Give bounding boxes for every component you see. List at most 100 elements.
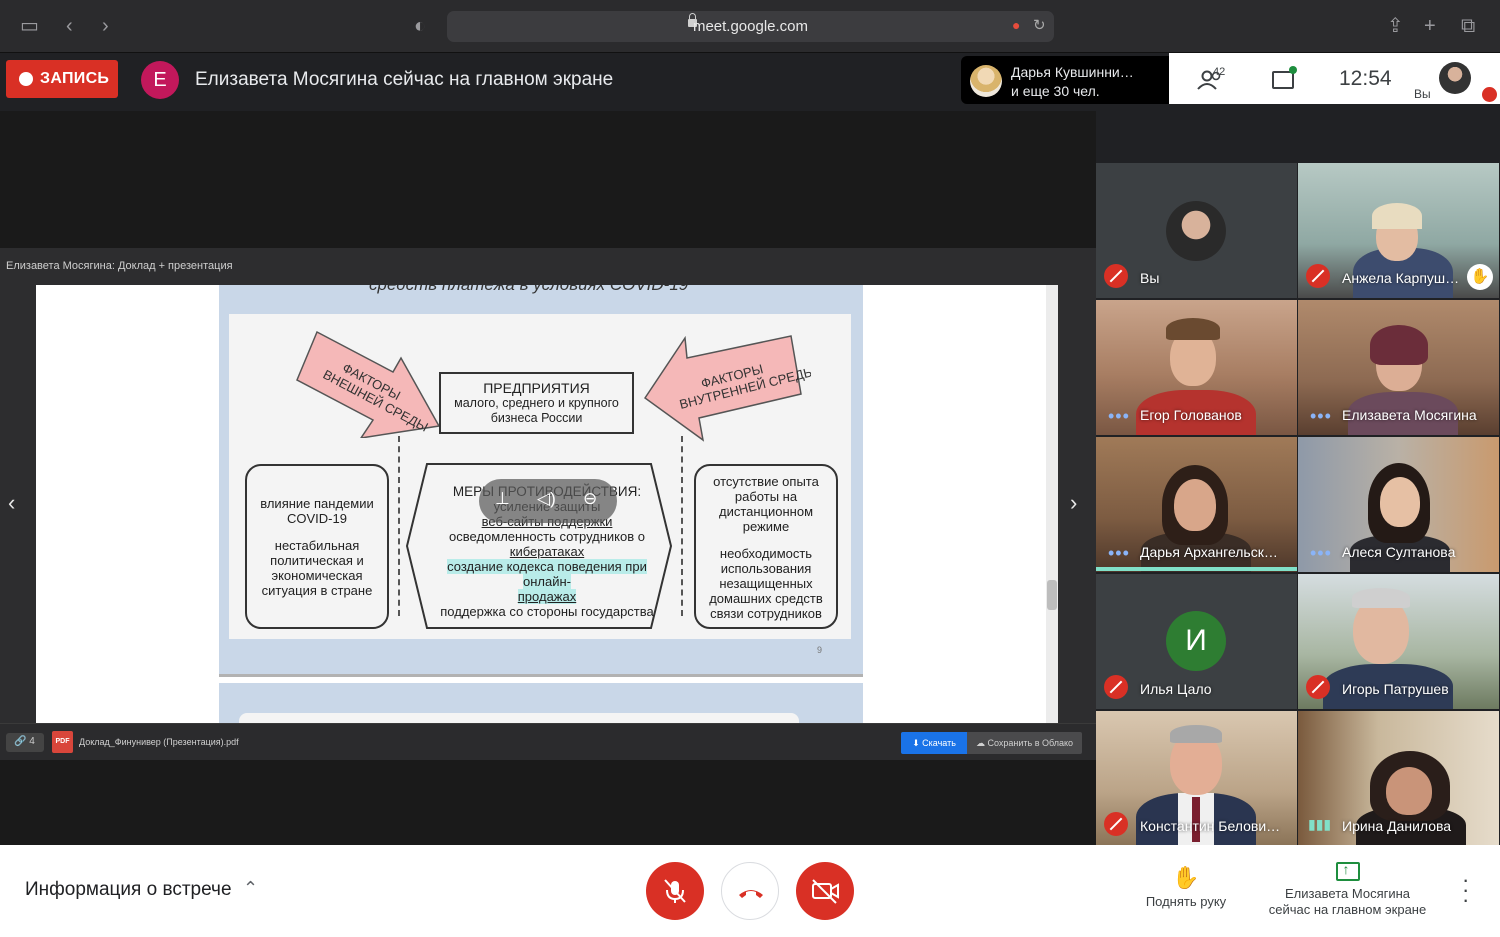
recording-badge: ЗАПИСЬ [6,60,118,98]
presenter-banner: Елизавета Мосягина сейчас на главном экр… [195,69,614,90]
slide-content: ФАКТОРЫВНЕШНЕЙ СРЕДЫ ФАКТОРЫВНУТРЕННЕЙ С… [229,314,851,639]
address-bar[interactable]: meet.google.com ● ↻ [447,11,1054,42]
measure-3b: продажах [517,589,577,604]
participant-name: Анжела Карпуш… [1342,270,1460,286]
camera-off-icon [812,879,839,904]
reload-icon[interactable]: ↻ [1033,16,1046,34]
volume-icon[interactable]: ◁) [537,489,556,509]
speaker-avatar [970,65,1002,97]
measure-2a: осведомленность сотрудников о [449,529,645,544]
mic-off-icon [1104,264,1128,288]
self-label: Вы [1414,87,1431,101]
sidebar-toggle-icon[interactable]: ▭ [20,14,39,38]
participant-tile[interactable]: ••• Егор Голованов [1096,300,1297,435]
participant-video [1380,477,1420,527]
participant-tile[interactable]: Вы [1096,163,1297,298]
internal-factors-arrow: ФАКТОРЫВНУТРЕННЕЙ СРЕДЫ [643,335,811,442]
present-status-button[interactable]: Елизавета Мосягина сейчас на главном экр… [1255,861,1440,918]
speaker-others: и еще 30 чел. [1011,83,1100,99]
forward-icon[interactable]: › [102,14,109,38]
participant-tile[interactable]: ••• Елизавета Мосягина [1298,300,1499,435]
share-icon[interactable]: ⇪ [1387,14,1404,38]
hang-up-icon [739,890,763,898]
present-status-line2: сейчас на главном экране [1268,902,1427,917]
bottom-control-bar: Информация о встрече ⌃ ✋ Поднять руку Ел… [0,845,1500,937]
participant-name: Игорь Патрушев [1342,681,1449,697]
mic-toggle-button[interactable] [646,862,704,920]
chat-unread-dot [1289,66,1297,74]
save-to-cloud-button[interactable]: ☁ Сохранить в Облако [967,732,1082,754]
enterprise-box: ПРЕДПРИЯТИЯ малого, среднего и крупного … [439,372,634,434]
mic-recording-icon[interactable]: ● [1012,17,1020,33]
more-options-icon[interactable]: · · · [1462,869,1469,911]
next-page-icon[interactable]: › [1070,490,1077,516]
mic-off-icon [664,879,686,903]
internal-factor-1: отсутствие опыта работы на дистанционном… [713,474,819,534]
participant-video [1166,318,1220,340]
participant-name: Дарья Архангельск… [1140,544,1278,560]
meet-header: ЗАПИСЬ Е Елизавета Мосягина сейчас на гл… [0,53,1500,111]
back-icon[interactable]: ‹ [66,14,73,38]
prev-page-icon[interactable]: ‹ [8,490,15,516]
next-slide-content [239,713,799,723]
participant-video [1386,767,1432,815]
external-factors-arrow: ФАКТОРЫВНЕШНЕЙ СРЕДЫ [296,330,441,438]
remove-icon[interactable]: ⊖ [583,489,597,509]
browser-toolbar: ▭ ‹ › ◐ meet.google.com ● ↻ ⇪ + ⧉ [0,0,1500,53]
speaker-name: Дарья Кувшинни… [1011,64,1134,80]
privacy-shield-icon[interactable]: ◐ [414,14,426,38]
raised-hand-icon: ✋ [1467,264,1493,290]
participant-tile[interactable]: ▮▮▮ Ирина Данилова [1298,711,1499,846]
attachments-button[interactable]: 🔗 4 [6,733,44,752]
participant-name: Вы [1140,270,1160,286]
file-name[interactable]: Доклад_Финунивер (Презентация).pdf [79,737,239,747]
participant-tile[interactable]: ••• Алеся Султанова [1298,437,1499,572]
viewer-title: Елизавета Мосягина: Доклад + презентация [6,260,233,272]
people-count: 42 [1213,66,1226,78]
audio-indicator-icon: ••• [1108,406,1130,426]
pdf-file-icon: PDF [52,731,73,753]
present-status-line1: Елизавета Мосягина [1284,886,1411,901]
divider-line-right [681,436,683,616]
participant-video [1352,588,1410,608]
chevron-up-icon[interactable]: ⌃ [243,878,258,899]
meeting-info-button[interactable]: Информация о встрече [25,879,232,901]
measure-2b: кибератаках [509,544,585,559]
camera-toggle-button[interactable] [796,862,854,920]
external-factors-box: влияние пандемии COVID-19 нестабильная п… [245,464,389,629]
participant-tile[interactable]: Анжела Карпуш… ✋ [1298,163,1499,298]
pin-icon[interactable]: ⊥ [495,489,510,509]
slide-number: 9 [817,645,823,655]
mic-off-icon [1306,264,1330,288]
participant-avatar [1166,201,1226,261]
participant-name: Илья Цало [1140,681,1212,697]
divider-line-left [398,436,400,616]
external-factor-2: нестабильная политическая и экономическа… [261,538,373,598]
document-viewer: Елизавета Мосягина: Доклад + презентация… [0,248,1096,760]
participant-video [1174,479,1216,531]
tabs-overview-icon[interactable]: ⧉ [1461,14,1475,38]
hang-up-button[interactable] [721,862,779,920]
measure-3a: создание кодекса поведения при онлайн- [447,559,647,589]
self-avatar[interactable] [1439,62,1471,94]
participant-tile[interactable]: ••• Дарья Архангельск… [1096,437,1297,572]
participant-tile[interactable]: И Илья Цало [1096,574,1297,709]
recording-label: ЗАПИСЬ [40,70,110,87]
scrollbar-thumb[interactable] [1047,580,1057,610]
participant-name: Елизавета Мосягина [1342,407,1477,423]
participant-video [1372,203,1422,229]
audio-indicator-icon: ••• [1108,543,1130,563]
participant-tile[interactable]: Константин Белови… [1096,711,1297,846]
self-mic-off-icon [1482,87,1497,102]
active-speakers-chip[interactable]: Дарья Кувшинни… и еще 30 чел. [961,56,1169,104]
mic-off-icon [1306,675,1330,699]
scrollbar-track[interactable] [1046,285,1058,723]
download-button[interactable]: ⬇ Скачать [901,732,967,754]
participant-tile[interactable]: Игорь Патрушев [1298,574,1499,709]
active-speaker-indicator [1096,567,1297,571]
participant-name: Егор Голованов [1140,407,1242,423]
new-tab-icon[interactable]: + [1424,14,1436,38]
record-dot-icon [19,72,33,86]
raise-hand-button[interactable]: ✋ Поднять руку [1130,865,1242,909]
mic-off-icon [1104,675,1128,699]
